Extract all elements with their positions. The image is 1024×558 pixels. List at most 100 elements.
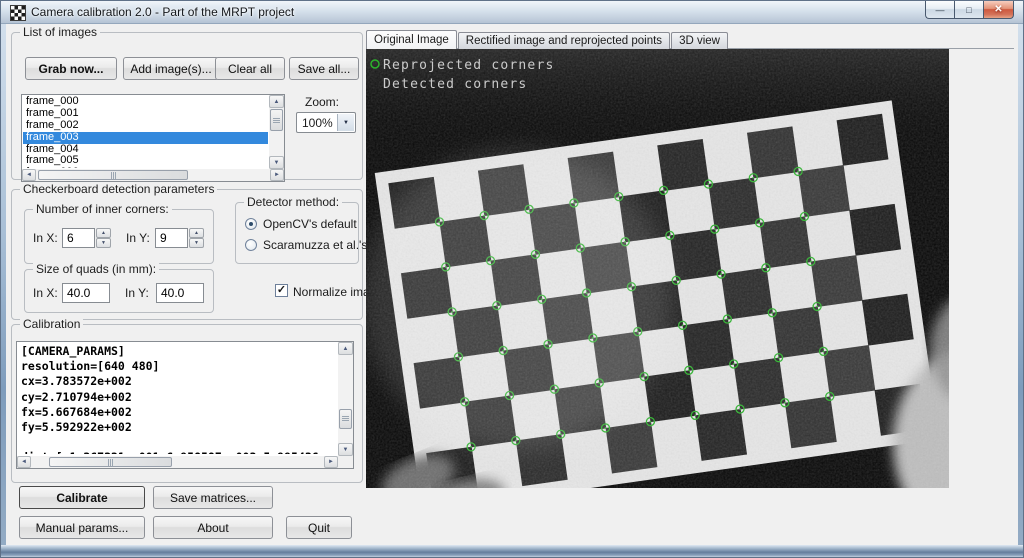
tab-3d-view[interactable]: 3D view (671, 32, 728, 49)
scrollbar-track[interactable] (338, 355, 353, 443)
quad-size-group: Size of quads (in mm): In X: In Y: (24, 269, 214, 313)
spin-down-icon: ▼ (101, 240, 106, 246)
output-horizontal-scrollbar[interactable]: ◄ ► (17, 456, 338, 468)
window-title: Camera calibration 2.0 - Part of the MRP… (31, 5, 294, 19)
list-item[interactable]: frame_006 (23, 167, 268, 168)
arrow-up-icon: ▲ (274, 99, 280, 105)
scroll-right-button[interactable]: ► (270, 169, 284, 181)
detector-option[interactable]: Scaramuzza et al.'s (245, 238, 367, 252)
tab-original-image[interactable]: Original Image (366, 30, 457, 49)
scrollbar-thumb[interactable] (339, 409, 352, 429)
caption-buttons: — □ ✕ (925, 1, 1014, 19)
radio-on-icon[interactable] (245, 218, 257, 230)
detector-method-label: Detector method: (244, 195, 342, 209)
save-all-button[interactable]: Save all... (289, 57, 359, 80)
scroll-down-button[interactable]: ▼ (338, 443, 353, 456)
radio-label: Scaramuzza et al.'s (263, 238, 367, 252)
spin-down-button[interactable]: ▼ (96, 238, 111, 248)
detector-option[interactable]: OpenCV's default (245, 217, 357, 231)
scrollbar-thumb[interactable] (49, 457, 172, 467)
calibrate-button[interactable]: Calibrate (19, 486, 145, 509)
output-vertical-scrollbar[interactable]: ▲ ▼ (338, 342, 353, 456)
spin-up-button[interactable]: ▲ (189, 228, 204, 238)
calibration-output[interactable]: [CAMERA_PARAMS] resolution=[640 480] cx=… (16, 341, 354, 469)
close-icon: ✕ (994, 4, 1002, 15)
inner-corners-label: Number of inner corners: (33, 202, 172, 216)
scrollbar-thumb[interactable] (270, 109, 283, 131)
spin-up-button[interactable]: ▲ (96, 228, 111, 238)
scroll-up-button[interactable]: ▲ (269, 95, 284, 108)
listbox-vertical-scrollbar[interactable]: ▲ ▼ (269, 95, 284, 169)
zoom-combobox[interactable]: 100% ▼ (296, 112, 356, 133)
calibration-text: [CAMERA_PARAMS] resolution=[640 480] cx=… (21, 344, 336, 454)
scrollbar-thumb[interactable] (38, 170, 188, 180)
radio-label: OpenCV's default (263, 217, 357, 231)
detection-parameters-group: Checkerboard detection parameters Number… (11, 189, 363, 320)
thumb-grip-icon (273, 118, 280, 123)
detector-method-group: Detector method: OpenCV's defaultScaramu… (235, 202, 359, 264)
spin-down-button[interactable]: ▼ (189, 238, 204, 248)
zoom-label: Zoom: (305, 95, 339, 109)
close-button[interactable]: ✕ (983, 1, 1014, 19)
arrow-left-icon: ◄ (21, 459, 27, 465)
spin-up-icon: ▲ (194, 230, 199, 236)
combo-dropdown-button[interactable]: ▼ (337, 114, 354, 131)
arrow-up-icon: ▲ (343, 346, 349, 352)
listbox-horizontal-scrollbar[interactable]: ◄ ► (22, 169, 284, 181)
manual-params-button[interactable]: Manual params... (19, 516, 145, 539)
clear-all-button[interactable]: Clear all (215, 57, 285, 80)
quad-size-label: Size of quads (in mm): (33, 262, 159, 276)
in-x-spinner[interactable]: ▲ ▼ (96, 228, 111, 248)
save-matrices-button[interactable]: Save matrices... (153, 486, 273, 509)
camera-image-view: Reprojected corners Detected corners (366, 49, 949, 488)
spin-up-icon: ▲ (101, 230, 106, 236)
image-listbox[interactable]: frame_000frame_001frame_002frame_003fram… (21, 94, 285, 182)
scrollbar-track[interactable] (31, 456, 324, 468)
list-item[interactable]: frame_002 (23, 120, 268, 132)
titlebar[interactable]: Camera calibration 2.0 - Part of the MRP… (1, 1, 1023, 24)
thumb-grip-icon (108, 459, 113, 466)
inner-corners-group: Number of inner corners: In X: ▲ ▼ In Y:… (24, 209, 214, 264)
maximize-icon: □ (966, 5, 971, 15)
app-window: Camera calibration 2.0 - Part of the MRP… (0, 0, 1024, 558)
scroll-down-button[interactable]: ▼ (269, 156, 284, 169)
film-grain-dark (366, 49, 949, 488)
normalize-checkbox[interactable]: ✓ (275, 284, 288, 297)
list-item[interactable]: frame_001 (23, 108, 268, 120)
grab-now-button[interactable]: Grab now... (25, 57, 117, 80)
in-y-label: In Y: (126, 231, 150, 245)
maximize-button[interactable]: □ (954, 1, 983, 19)
scrollbar-track[interactable] (36, 169, 270, 181)
thumb-grip-icon (342, 416, 349, 421)
in-x-field[interactable] (62, 228, 95, 248)
quad-y-field[interactable] (156, 283, 204, 303)
add-images-button[interactable]: Add image(s)... (123, 57, 219, 80)
in-x-label: In X: (33, 231, 58, 245)
list-of-images-label: List of images (20, 25, 100, 39)
window-border-bottom (1, 545, 1023, 557)
tab-rectified-image-and-reprojected-points[interactable]: Rectified image and reprojected points (458, 32, 670, 49)
about-button[interactable]: About (153, 516, 273, 539)
minimize-icon: — (936, 5, 945, 15)
client-area: List of images frame_000frame_001frame_0… (6, 24, 1018, 545)
arrow-right-icon: ► (274, 172, 280, 178)
arrow-down-icon: ▼ (343, 447, 349, 453)
image-list: frame_000frame_001frame_002frame_003fram… (23, 96, 268, 168)
scroll-right-button[interactable]: ► (324, 456, 338, 468)
scroll-left-button[interactable]: ◄ (22, 169, 36, 181)
radio-off-icon[interactable] (245, 239, 257, 251)
scroll-left-button[interactable]: ◄ (17, 456, 31, 468)
quit-button[interactable]: Quit (286, 516, 352, 539)
calibration-label: Calibration (20, 317, 83, 331)
app-icon (10, 5, 26, 21)
in-y-spinner[interactable]: ▲ ▼ (189, 228, 204, 248)
minimize-button[interactable]: — (925, 1, 954, 19)
in-y-field[interactable] (155, 228, 188, 248)
quad-x-field[interactable] (62, 283, 110, 303)
list-item-selected[interactable]: frame_003 (23, 132, 268, 144)
viewer-tabs: Original ImageRectified image and reproj… (366, 30, 729, 49)
chevron-down-icon: ▼ (343, 120, 349, 126)
arrow-right-icon: ► (328, 459, 334, 465)
scrollbar-track[interactable] (269, 108, 284, 156)
scroll-up-button[interactable]: ▲ (338, 342, 353, 355)
